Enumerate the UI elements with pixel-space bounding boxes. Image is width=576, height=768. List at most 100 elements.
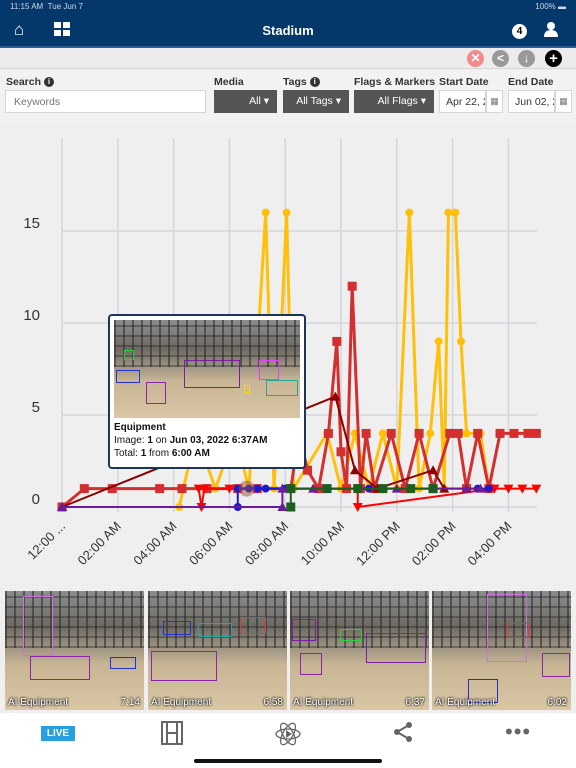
y-tick-label: 0 <box>32 491 40 508</box>
tooltip-image-line: Image: 1 on Jun 03, 2022 6:37AM <box>114 435 268 446</box>
data-point <box>323 428 333 438</box>
data-point <box>462 429 471 438</box>
thumbnail[interactable]: AI Equipment 6:37 <box>290 591 429 710</box>
data-point <box>406 484 416 494</box>
data-point <box>451 208 460 217</box>
data-point <box>261 484 270 493</box>
thumbnail-caption: AI Equipment <box>435 697 496 708</box>
thumbnail[interactable]: AI Equipment 6:58 <box>148 591 287 710</box>
atom-play-icon[interactable] <box>275 721 301 753</box>
tab-live[interactable]: LIVE <box>41 726 75 741</box>
tooltip-title: Equipment <box>114 422 166 433</box>
end-date-label: End Date <box>508 76 554 88</box>
flags-dropdown[interactable]: All Flags ▾ <box>354 90 434 113</box>
share-icon[interactable] <box>393 721 413 749</box>
start-date-input[interactable]: Apr 22, 2022 <box>439 90 486 113</box>
share-icon[interactable]: < <box>492 50 509 67</box>
data-point <box>473 428 483 438</box>
flags-label: Flags & Markers <box>354 76 436 88</box>
data-point <box>405 208 414 217</box>
data-point <box>353 484 363 494</box>
film-icon[interactable] <box>160 721 184 751</box>
thumbnail-caption: AI Equipment <box>8 697 69 708</box>
data-point <box>426 429 435 438</box>
x-tick-label: 06:00 AM <box>186 519 235 568</box>
thumbnail[interactable]: AI Equipment 6:02 <box>432 591 571 710</box>
data-point <box>484 484 493 493</box>
data-point <box>444 208 453 217</box>
media-value: All <box>249 95 261 107</box>
data-point <box>361 428 371 438</box>
data-point <box>531 428 541 438</box>
y-tick-label: 10 <box>23 307 40 324</box>
x-tick-label: 04:00 AM <box>130 519 179 568</box>
status-time: 11:15 AM <box>10 2 44 11</box>
battery-level: 100% <box>535 2 556 11</box>
data-point <box>155 484 165 494</box>
thumbnail-caption: AI Equipment <box>293 697 354 708</box>
data-point <box>261 208 270 217</box>
more-icon[interactable]: ••• <box>505 719 531 745</box>
thumbnail[interactable]: AI Equipment 7:14 <box>5 591 144 710</box>
add-icon[interactable]: + <box>545 50 562 67</box>
status-date: Tue Jun 7 <box>47 2 83 11</box>
thumbnail-duration: 6:58 <box>263 697 283 708</box>
search-label: Search <box>6 76 42 88</box>
data-point <box>378 484 388 494</box>
data-point <box>286 502 296 512</box>
clear-icon[interactable]: ✕ <box>467 50 484 67</box>
y-tick-label: 5 <box>32 399 40 416</box>
tags-dropdown[interactable]: All Tags ▾ <box>283 90 349 113</box>
flags-value: All Flags <box>377 95 418 107</box>
x-tick-label: 02:00 PM <box>409 519 459 569</box>
x-tick-label: 04:00 PM <box>465 519 515 569</box>
hover-marker <box>238 480 255 497</box>
data-point <box>386 428 396 438</box>
info-icon[interactable]: i <box>44 77 55 87</box>
tooltip-image <box>114 320 300 418</box>
tags-value: All Tags <box>296 95 333 107</box>
nav-bar: ⌂ Stadium 4 <box>0 14 576 48</box>
x-tick-label: 12:00 PM <box>353 519 403 569</box>
data-point <box>322 484 332 494</box>
media-label: Media <box>214 76 244 88</box>
data-point <box>332 336 342 346</box>
thumbnail-caption: AI Equipment <box>151 697 212 708</box>
thumbnail-duration: 6:02 <box>547 697 567 708</box>
tags-label: Tags <box>283 76 307 88</box>
data-point <box>347 281 357 291</box>
calendar-icon[interactable]: ▦ <box>486 90 503 113</box>
user-icon[interactable] <box>544 22 558 42</box>
x-tick-label: 12:00 ... <box>24 519 68 563</box>
data-point <box>495 428 505 438</box>
data-point <box>282 208 291 217</box>
data-point <box>428 484 438 494</box>
battery-icon: ▬ <box>558 2 566 11</box>
media-dropdown[interactable]: All ▾ <box>214 90 277 113</box>
page-title: Stadium <box>262 23 314 38</box>
search-input[interactable] <box>5 90 206 113</box>
data-point <box>453 428 463 438</box>
y-tick-label: 15 <box>23 215 40 232</box>
x-tick-label: 08:00 AM <box>242 519 291 568</box>
data-point <box>509 428 519 438</box>
status-bar: 11:15 AM Tue Jun 7 100% ▬ <box>0 0 576 14</box>
filter-bar: Searchi Media All ▾ Tagsi All Tags ▾ Fla… <box>0 70 576 122</box>
chart-tooltip: Equipment Image: 1 on Jun 03, 2022 6:37A… <box>108 314 306 469</box>
notification-badge[interactable]: 4 <box>512 24 527 39</box>
download-icon[interactable]: ↓ <box>518 50 535 67</box>
thumbnail-duration: 7:14 <box>120 697 140 708</box>
data-point <box>336 447 346 457</box>
tooltip-total-line: Total: 1 from 6:00 AM <box>114 448 210 459</box>
data-point <box>445 428 455 438</box>
calendar-icon[interactable]: ▦ <box>555 90 572 113</box>
data-point <box>177 484 187 494</box>
end-date-input[interactable]: Jun 02, 2022 <box>508 90 555 113</box>
x-tick-label: 02:00 AM <box>74 519 123 568</box>
info-icon[interactable]: i <box>309 77 320 87</box>
start-date-label: Start Date <box>439 76 489 88</box>
data-point <box>79 484 89 494</box>
home-indicator <box>194 759 382 763</box>
thumbnail-strip: AI Equipment 7:14 AI Equipment 6:58 AI Equ… <box>0 591 576 711</box>
action-toolbar: ✕ < ↓ + <box>0 48 576 69</box>
